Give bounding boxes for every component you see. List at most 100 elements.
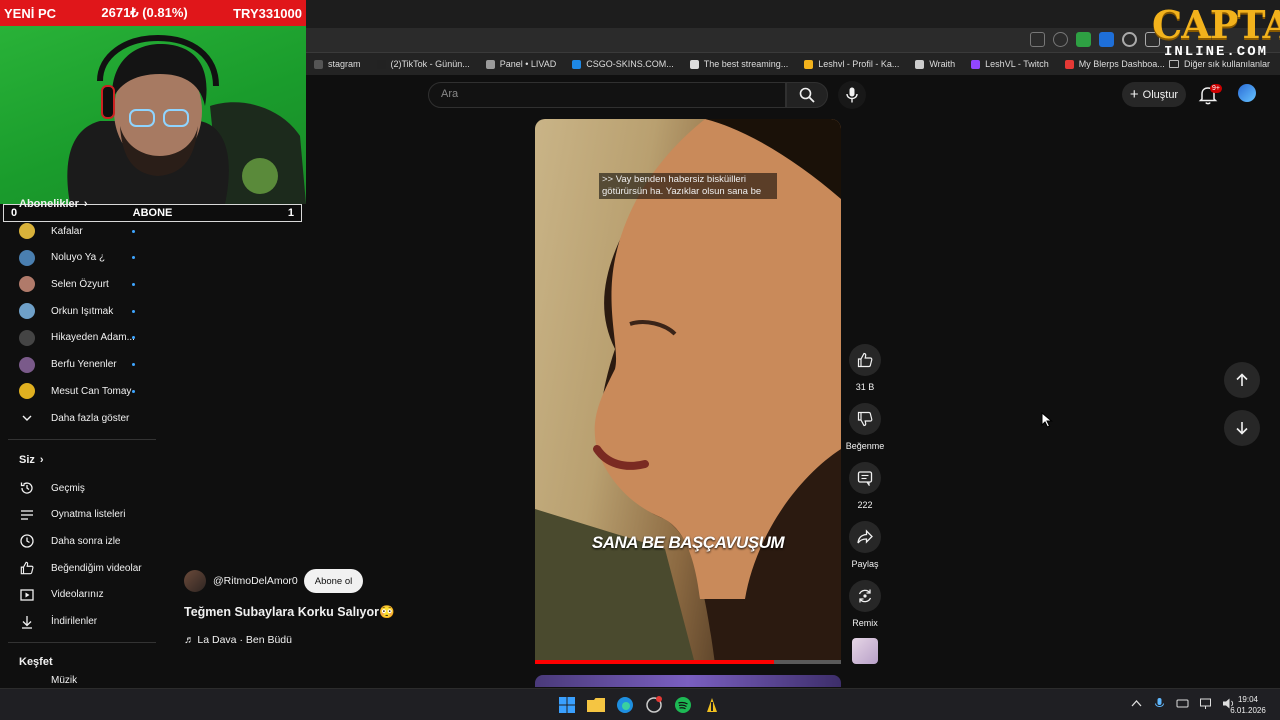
sidebar-item-label: Oynatma listeleri <box>51 509 126 521</box>
extension-gear-icon[interactable] <box>1122 32 1137 47</box>
bookmark-favicon-icon <box>804 59 814 69</box>
video-progress-bar[interactable] <box>535 660 841 664</box>
bookmark-item[interactable]: (2)TikTok - Günün... <box>369 59 478 69</box>
you-menu-item[interactable]: Geçmiş <box>0 476 156 500</box>
search-icon <box>799 87 815 103</box>
streamer-silhouette <box>67 34 306 204</box>
keyboard-icon[interactable] <box>1176 697 1189 710</box>
channel-avatar <box>19 223 35 239</box>
bookmark-label: Leshvl - Profil - Ka... <box>818 59 900 69</box>
channel-avatar[interactable] <box>184 570 206 592</box>
you-menu-item[interactable]: Daha sonra izle <box>0 529 156 553</box>
extension-blue-icon[interactable] <box>1099 32 1114 47</box>
bookmark-label: Panel • LIVAD <box>499 59 557 69</box>
show-more-button[interactable]: Daha fazla göster <box>0 406 156 430</box>
bookmark-label: CSGO-SKINS.COM... <box>586 59 674 69</box>
channel-name[interactable]: @RitmoDelAmor0 <box>213 575 298 587</box>
previous-short-button[interactable] <box>1224 362 1260 398</box>
bookmark-item[interactable]: LeshVL - Twitch <box>963 59 1057 69</box>
thumbs-down-icon <box>857 411 873 427</box>
bookmark-label: Wraith <box>929 59 956 69</box>
browser-address-bar[interactable] <box>306 28 1280 53</box>
remix-label: Remix <box>852 618 878 628</box>
account-avatar[interactable] <box>1238 84 1256 102</box>
next-short-preview[interactable] <box>535 675 841 687</box>
bookmark-favicon-icon <box>572 59 582 69</box>
windows-taskbar: 19:04 6.01.2026 <box>0 688 1280 720</box>
app-icon[interactable] <box>644 695 664 715</box>
sidebar-item-label: İndirilenler <box>51 616 98 627</box>
you-section-header[interactable]: Siz › <box>19 454 44 466</box>
share-button[interactable]: Paylaş <box>849 521 881 569</box>
thumbs-up-icon <box>857 352 873 368</box>
bookmark-label: stagram <box>328 59 361 69</box>
search-input[interactable]: Ara <box>428 82 786 108</box>
sidebar-item-label: Kafalar <box>51 225 83 237</box>
bookmark-item[interactable]: CSGO-SKINS.COM... <box>564 59 682 69</box>
spotify-icon[interactable] <box>673 695 693 715</box>
search-button[interactable] <box>786 82 828 108</box>
taskbar-clock[interactable]: 19:04 6.01.2026 <box>1226 694 1270 716</box>
bookmark-label: The best streaming... <box>703 59 789 69</box>
you-menu-item[interactable]: Oynatma listeleri <box>0 503 156 527</box>
browser-tab-strip <box>306 0 1280 28</box>
captan-logo: CAPTAN INLINE.COM <box>1152 6 1280 64</box>
logo-line1: CAPTAN <box>1152 2 1280 47</box>
mic-tray-icon[interactable] <box>1153 697 1166 710</box>
video-title[interactable]: Teğmen Subaylara Korku Salıyor😳 <box>184 605 395 620</box>
extension-green-icon[interactable] <box>1076 32 1091 47</box>
plus-icon: + <box>1129 85 1139 103</box>
star-icon[interactable] <box>1053 32 1068 47</box>
subtitle-caption: >> Vay benden habersiz bisküilleri götür… <box>599 173 777 199</box>
subscribe-button[interactable]: Abone ol <box>304 569 363 593</box>
remix-button[interactable]: Remix <box>849 580 881 628</box>
bookmark-item[interactable]: Panel • LIVAD <box>478 59 565 69</box>
subscriptions-header[interactable]: Abonelikler › <box>19 198 88 210</box>
you-menu-item[interactable]: Videolarınız <box>0 583 156 607</box>
video-sound[interactable]: ♬ La Dava · Ben Büdü <box>184 634 292 646</box>
voice-search-button[interactable] <box>838 81 866 109</box>
subscription-item[interactable]: Selen Özyurt <box>0 272 156 296</box>
bookmark-item[interactable]: Leshvl - Profil - Ka... <box>796 59 907 69</box>
bookmark-item[interactable]: The best streaming... <box>682 59 797 69</box>
price-ticker: YENİ PC 2671₺ (0.81%) TRY331000 <box>0 0 306 26</box>
streamlabs-icon[interactable] <box>702 695 722 715</box>
comment-count: 222 <box>857 500 873 510</box>
sidebar-divider <box>8 642 156 643</box>
video-progress-fill <box>535 660 774 664</box>
chevron-right-icon: › <box>39 454 44 466</box>
short-video-player[interactable] <box>535 119 841 664</box>
subscription-item[interactable]: Hikayeden Adam... <box>0 326 156 350</box>
bookmark-favicon-icon <box>314 59 323 69</box>
next-short-button[interactable] <box>1224 410 1260 446</box>
explore-item[interactable]: Müzik <box>0 673 156 687</box>
edge-browser-icon[interactable] <box>615 695 635 715</box>
subscription-item[interactable]: Orkun Işıtmak <box>0 299 156 323</box>
dislike-label: Beğenme <box>845 441 885 451</box>
screen: stagram (2)TikTok - Günün... Panel • LIVAD… <box>0 0 1280 720</box>
channel-avatar <box>19 329 35 346</box>
bookmark-item[interactable]: Wraith <box>907 59 963 69</box>
screen-share-icon[interactable] <box>1030 32 1045 47</box>
sidebar: Abonelikler › Kafalar Noluyo Ya ¿ Selen Öz… <box>0 190 156 690</box>
chevron-up-icon[interactable] <box>1130 697 1143 710</box>
file-explorer-icon[interactable] <box>586 695 606 715</box>
windows-start-icon[interactable] <box>557 695 577 715</box>
comments-button[interactable]: 222 <box>849 462 881 510</box>
like-button[interactable]: 31 B <box>849 344 881 392</box>
bookmark-favicon-icon <box>485 59 495 69</box>
new-content-dot <box>132 229 135 233</box>
bookmark-item[interactable]: stagram <box>306 59 369 69</box>
network-icon[interactable] <box>1199 697 1212 710</box>
subscription-item[interactable]: Mesut Can Tomay <box>0 379 156 403</box>
dislike-button[interactable]: Beğenme <box>846 403 884 451</box>
new-content-dot <box>132 389 135 393</box>
sidebar-item-label: Geçmiş <box>51 482 85 494</box>
subscription-item[interactable]: Noluyo Ya ¿ <box>0 246 156 270</box>
subscription-item[interactable]: Berfu Yenenler <box>0 353 156 377</box>
sound-thumbnail[interactable] <box>852 638 878 664</box>
create-button[interactable]: + Oluştur <box>1122 82 1186 107</box>
you-menu-item[interactable]: Beğendiğim videolar <box>0 556 156 580</box>
you-menu-item[interactable]: İndirilenler <box>0 610 156 634</box>
subscription-item[interactable]: Kafalar <box>0 219 156 243</box>
